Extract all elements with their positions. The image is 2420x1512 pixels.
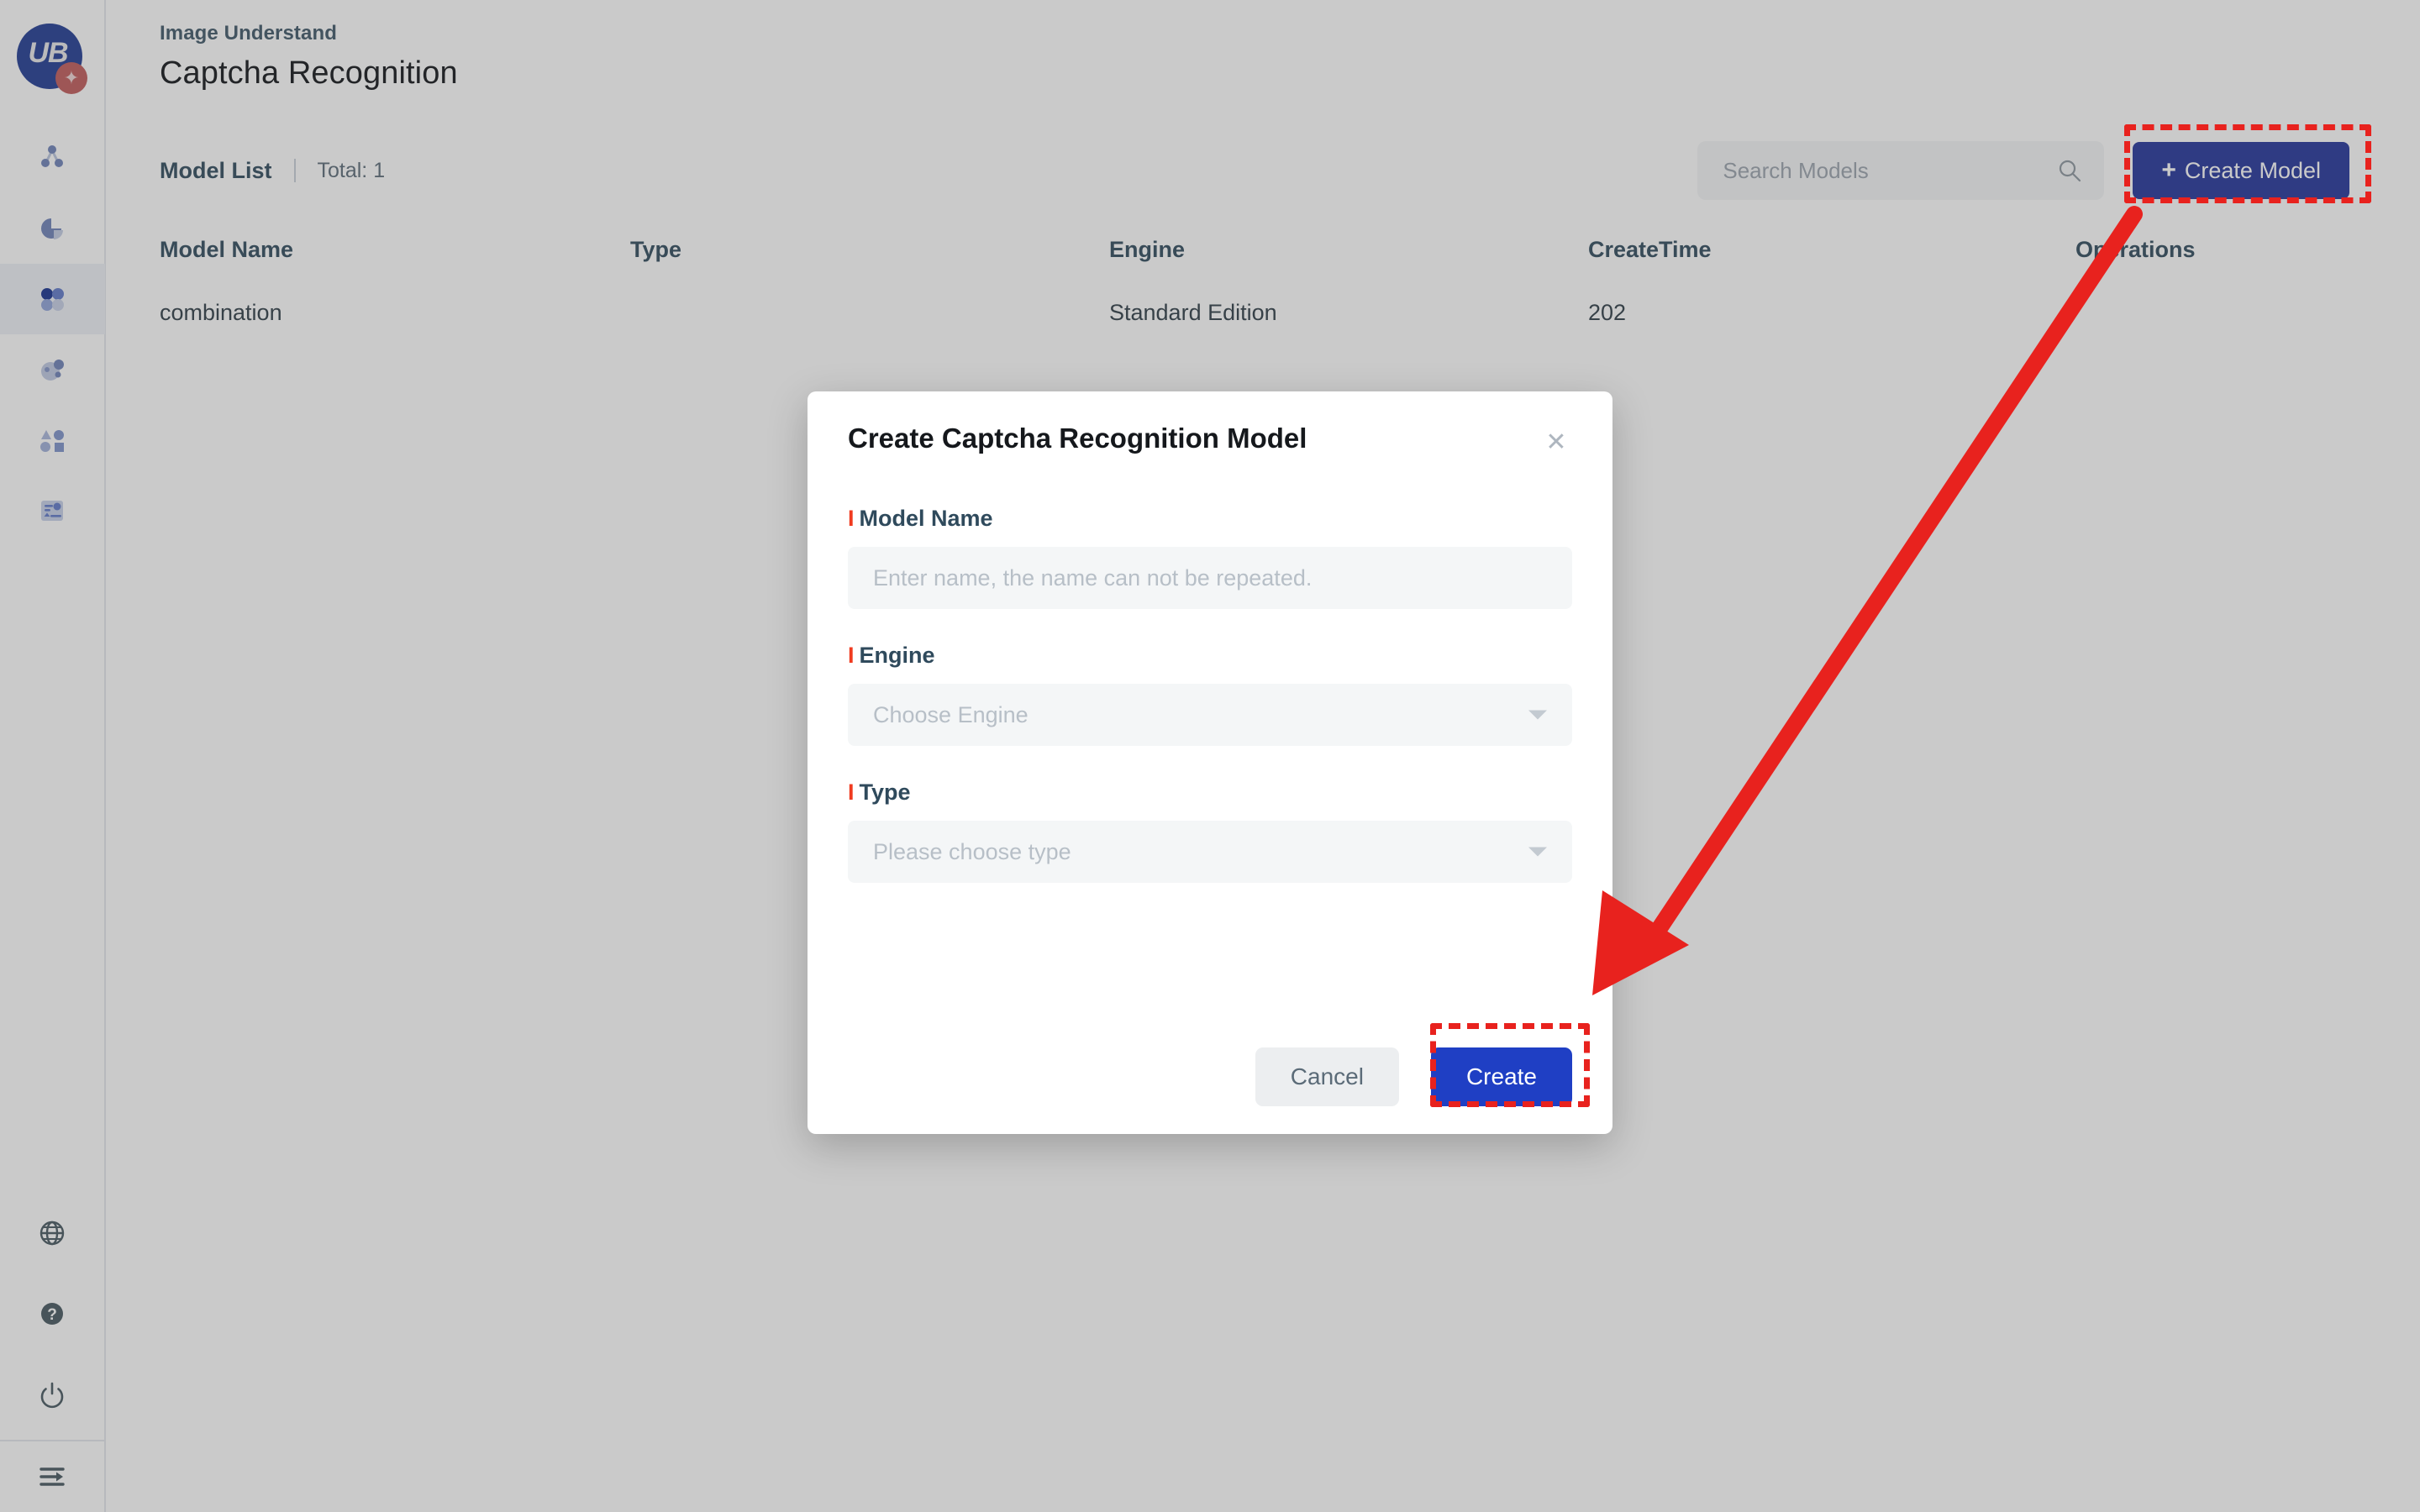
dialog-title: Create Captcha Recognition Model: [848, 423, 1307, 454]
model-name-input-wrap[interactable]: [848, 547, 1572, 609]
engine-select-value: Choose Engine: [873, 701, 1028, 727]
required-mark: I: [848, 780, 855, 805]
label-model-name: I Model Name: [848, 506, 1572, 532]
chevron-down-icon: [1528, 847, 1547, 857]
create-model-dialog: Create Captcha Recognition Model ✕ I Mod…: [808, 391, 1612, 1134]
type-select-value: Please choose type: [873, 838, 1071, 864]
model-name-input[interactable]: [873, 564, 1547, 591]
dialog-header: Create Captcha Recognition Model ✕: [808, 391, 1612, 486]
label-text: Engine: [859, 643, 935, 668]
app-root: UB ✦ ? Image Understand Captcha Recognit…: [0, 0, 2420, 1512]
create-button[interactable]: Create: [1430, 1047, 1572, 1106]
dialog-footer: Cancel Create: [808, 1020, 1612, 1134]
label-engine: I Engine: [848, 643, 1572, 669]
engine-select[interactable]: Choose Engine: [848, 684, 1572, 746]
label-text: Model Name: [859, 506, 993, 531]
dialog-body: I Model Name I Engine Choose Engine: [808, 486, 1612, 883]
close-icon[interactable]: ✕: [1542, 428, 1570, 457]
required-mark: I: [848, 506, 855, 531]
label-type: I Type: [848, 780, 1572, 806]
field-type: I Type Please choose type: [848, 780, 1572, 883]
type-select[interactable]: Please choose type: [848, 821, 1572, 883]
field-model-name: I Model Name: [848, 506, 1572, 609]
chevron-down-icon: [1528, 710, 1547, 720]
cancel-button[interactable]: Cancel: [1255, 1047, 1399, 1106]
required-mark: I: [848, 643, 855, 668]
label-text: Type: [859, 780, 911, 805]
field-engine: I Engine Choose Engine: [848, 643, 1572, 746]
